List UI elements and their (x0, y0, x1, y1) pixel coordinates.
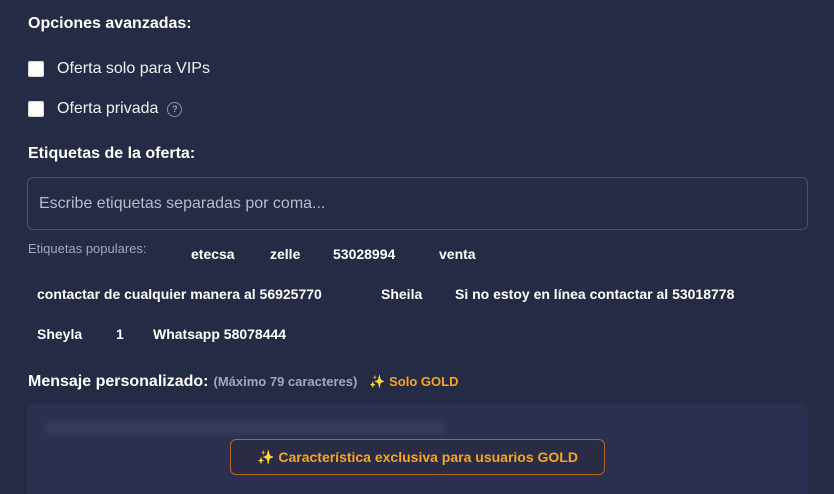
custom-message-header: Mensaje personalizado: (Máximo 79 caract… (28, 373, 458, 391)
private-offer-label[interactable]: Oferta privada (57, 100, 158, 118)
popular-tag[interactable]: Sheila (381, 286, 422, 302)
sparkles-icon: ✨ (369, 374, 386, 389)
popular-tag[interactable]: zelle (270, 246, 300, 262)
vip-only-checkbox[interactable] (28, 61, 44, 77)
popular-tag[interactable]: contactar de cualquier manera al 5692577… (37, 286, 322, 302)
gold-only-badge: ✨ Solo GOLD (369, 374, 458, 390)
popular-tag[interactable]: 53028994 (333, 246, 395, 262)
vip-only-label[interactable]: Oferta solo para VIPs (57, 60, 210, 78)
popular-tag[interactable]: Whatsapp 58078444 (153, 326, 286, 342)
custom-message-title: Mensaje personalizado: (28, 373, 209, 390)
gold-only-label: Solo GOLD (389, 374, 459, 389)
popular-tags-label: Etiquetas populares: (28, 241, 147, 256)
gold-exclusive-label: Característica exclusiva para usuarios G… (278, 449, 578, 465)
popular-tag[interactable]: venta (439, 246, 476, 262)
blurred-placeholder (45, 422, 445, 434)
popular-tag[interactable]: 1 (116, 326, 124, 342)
popular-tag[interactable]: etecsa (191, 246, 235, 262)
tags-input[interactable] (27, 177, 808, 230)
private-offer-option[interactable]: Oferta privada ? (28, 99, 183, 119)
max-chars-hint: (Máximo 79 caracteres) (213, 374, 358, 389)
help-icon[interactable]: ? (167, 101, 183, 117)
advanced-options-title: Opciones avanzadas: (28, 15, 192, 32)
sparkles-icon: ✨ (257, 448, 275, 465)
vip-only-option[interactable]: Oferta solo para VIPs (28, 59, 210, 79)
popular-tag[interactable]: Si no estoy en línea contactar al 530187… (455, 286, 734, 302)
gold-exclusive-button[interactable]: ✨ Característica exclusiva para usuarios… (230, 439, 605, 475)
offer-tags-title: Etiquetas de la oferta: (28, 145, 196, 162)
popular-tag[interactable]: Sheyla (37, 326, 82, 342)
private-offer-checkbox[interactable] (28, 101, 44, 117)
